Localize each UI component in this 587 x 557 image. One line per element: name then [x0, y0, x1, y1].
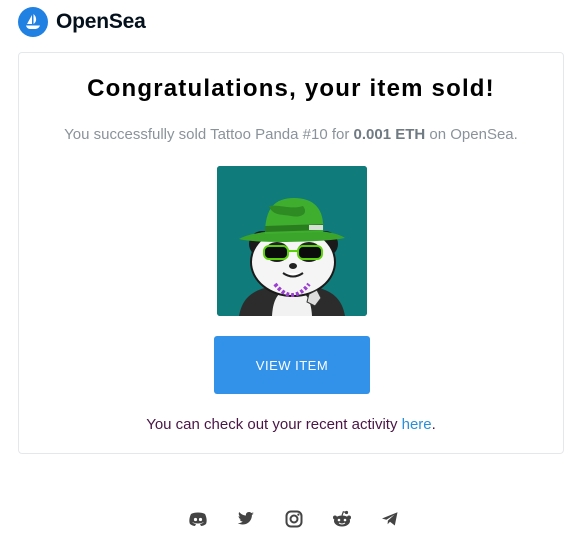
discord-icon[interactable]: [186, 507, 210, 531]
email-card: Congratulations, your item sold! You suc…: [18, 52, 564, 454]
social-links: [0, 507, 587, 531]
sale-summary-suffix: on OpenSea.: [425, 126, 518, 143]
activity-prefix: You can check out your recent activity: [146, 416, 402, 433]
sale-price: 0.001 ETH: [353, 126, 426, 143]
activity-suffix: .: [431, 416, 436, 433]
page-title: Congratulations, your item sold!: [87, 75, 495, 102]
opensea-sailboat-icon[interactable]: [18, 7, 48, 37]
telegram-icon[interactable]: [378, 507, 402, 531]
view-item-button[interactable]: VIEW ITEM: [214, 336, 370, 394]
twitter-icon[interactable]: [234, 507, 258, 531]
instagram-icon[interactable]: [282, 507, 306, 531]
activity-link[interactable]: here: [402, 416, 432, 433]
sale-summary-prefix: You successfully sold Tattoo Panda #10 f…: [64, 126, 354, 143]
reddit-icon[interactable]: [330, 507, 354, 531]
item-image[interactable]: [217, 166, 367, 316]
brand-name[interactable]: OpenSea: [56, 10, 146, 34]
header: OpenSea: [18, 6, 146, 38]
sale-summary: You successfully sold Tattoo Panda #10 f…: [19, 126, 563, 143]
activity-text: You can check out your recent activity h…: [19, 416, 563, 433]
